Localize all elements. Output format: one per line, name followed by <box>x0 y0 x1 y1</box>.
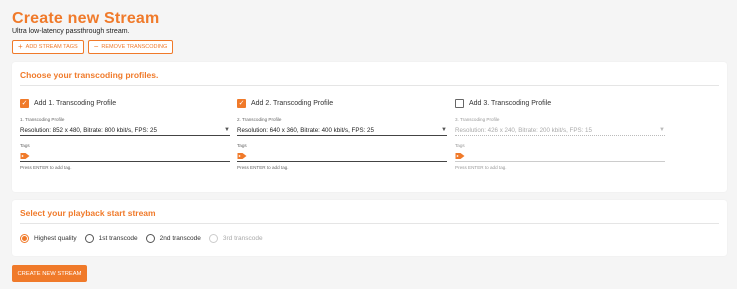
radio-label: Highest quality <box>34 235 77 242</box>
profile-1-tags-label: Tags <box>20 143 30 148</box>
playback-start-card: Select your playback start stream Highes… <box>12 200 727 256</box>
profile-2-select[interactable]: Resolution: 640 x 360, Bitrate: 400 kbit… <box>237 125 447 136</box>
profile-3-checkbox-row[interactable]: Add 3. Transcoding Profile <box>455 97 665 109</box>
top-actions: + ADD STREAM TAGS − REMOVE TRANSCODING <box>12 40 174 54</box>
profile-1-checkbox-row[interactable]: ✓ Add 1. Transcoding Profile <box>20 97 230 109</box>
create-new-stream-button[interactable]: CREATE NEW STREAM <box>12 265 87 282</box>
playback-radio-group: Highest quality 1st transcode 2nd transc… <box>20 234 263 243</box>
radio-label: 2nd transcode <box>159 235 201 242</box>
profile-3-checkbox[interactable] <box>455 98 464 108</box>
radio-button-disabled <box>208 234 218 243</box>
transcoding-profiles-card: Choose your transcoding profiles. ✓ Add … <box>12 62 727 192</box>
minus-icon: − <box>93 42 99 51</box>
profile-3-select-value: Resolution: 426 x 240, Bitrate: 200 kbit… <box>455 126 592 134</box>
radio-highest-quality[interactable]: Highest quality <box>20 234 77 243</box>
transcoding-profile-2: ✓ Add 2. Transcoding Profile 2. Transcod… <box>237 97 447 170</box>
chevron-down-icon: ▼ <box>659 127 665 133</box>
radio-label: 1st transcode <box>98 235 138 242</box>
section-divider <box>20 223 719 224</box>
profile-1-tags-hint: Press ENTER to add tag. <box>20 165 72 170</box>
profile-1-select[interactable]: Resolution: 852 x 480, Bitrate: 800 kbit… <box>20 125 230 136</box>
page-title: Create new Stream <box>12 10 160 27</box>
radio-button[interactable] <box>84 234 94 243</box>
remove-transcoding-label: REMOVE TRANSCODING <box>101 44 168 50</box>
profile-2-select-value: Resolution: 640 x 360, Bitrate: 400 kbit… <box>237 126 374 134</box>
radio-button[interactable] <box>145 234 155 243</box>
tag-icon <box>237 152 247 159</box>
transcoding-profile-3: Add 3. Transcoding Profile 3. Transcodin… <box>455 97 665 170</box>
radio-3rd-transcode: 3rd transcode <box>208 234 263 243</box>
transcoding-profile-1: ✓ Add 1. Transcoding Profile 1. Transcod… <box>20 97 230 170</box>
radio-button-selected[interactable] <box>20 234 29 243</box>
profile-1-select-label: 1. Transcoding Profile <box>20 117 65 122</box>
tag-icon <box>455 152 465 159</box>
profile-2-tags-label: Tags <box>237 143 247 148</box>
section-divider <box>20 85 719 86</box>
profile-2-checkbox-label: Add 2. Transcoding Profile <box>251 99 334 107</box>
profile-1-checkbox[interactable]: ✓ <box>20 98 29 108</box>
radio-1st-transcode[interactable]: 1st transcode <box>84 234 138 243</box>
profile-2-checkbox-row[interactable]: ✓ Add 2. Transcoding Profile <box>237 97 447 109</box>
chevron-down-icon: ▼ <box>441 127 447 133</box>
profile-2-select-label: 2. Transcoding Profile <box>237 117 282 122</box>
profile-3-tags-label: Tags <box>455 143 465 148</box>
add-stream-tags-button[interactable]: + ADD STREAM TAGS <box>12 40 84 54</box>
profile-2-tags-input[interactable] <box>237 150 447 162</box>
profile-2-tags-hint: Press ENTER to add tag. <box>237 165 289 170</box>
profile-1-tags-input[interactable] <box>20 150 230 162</box>
tag-icon <box>20 152 30 159</box>
profile-3-select-label: 3. Transcoding Profile <box>455 117 500 122</box>
add-stream-tags-label: ADD STREAM TAGS <box>25 44 78 50</box>
chevron-down-icon: ▼ <box>224 127 230 133</box>
plus-icon: + <box>18 42 23 51</box>
radio-2nd-transcode[interactable]: 2nd transcode <box>145 234 201 243</box>
profile-3-select: Resolution: 426 x 240, Bitrate: 200 kbit… <box>455 125 665 136</box>
remove-transcoding-button[interactable]: − REMOVE TRANSCODING <box>87 40 174 54</box>
profile-2-checkbox[interactable]: ✓ <box>237 98 246 108</box>
profile-3-checkbox-label: Add 3. Transcoding Profile <box>469 99 552 107</box>
profile-3-tags-input <box>455 150 665 162</box>
radio-label: 3rd transcode <box>222 235 263 242</box>
playback-section-title: Select your playback start stream <box>20 208 156 218</box>
profile-3-tags-hint: Press ENTER to add tag. <box>455 165 507 170</box>
profiles-section-title: Choose your transcoding profiles. <box>20 70 159 80</box>
page-subtitle: Ultra low-latency passthrough stream. <box>12 28 130 35</box>
profile-1-checkbox-label: Add 1. Transcoding Profile <box>34 99 117 107</box>
profile-1-select-value: Resolution: 852 x 480, Bitrate: 800 kbit… <box>20 126 157 134</box>
